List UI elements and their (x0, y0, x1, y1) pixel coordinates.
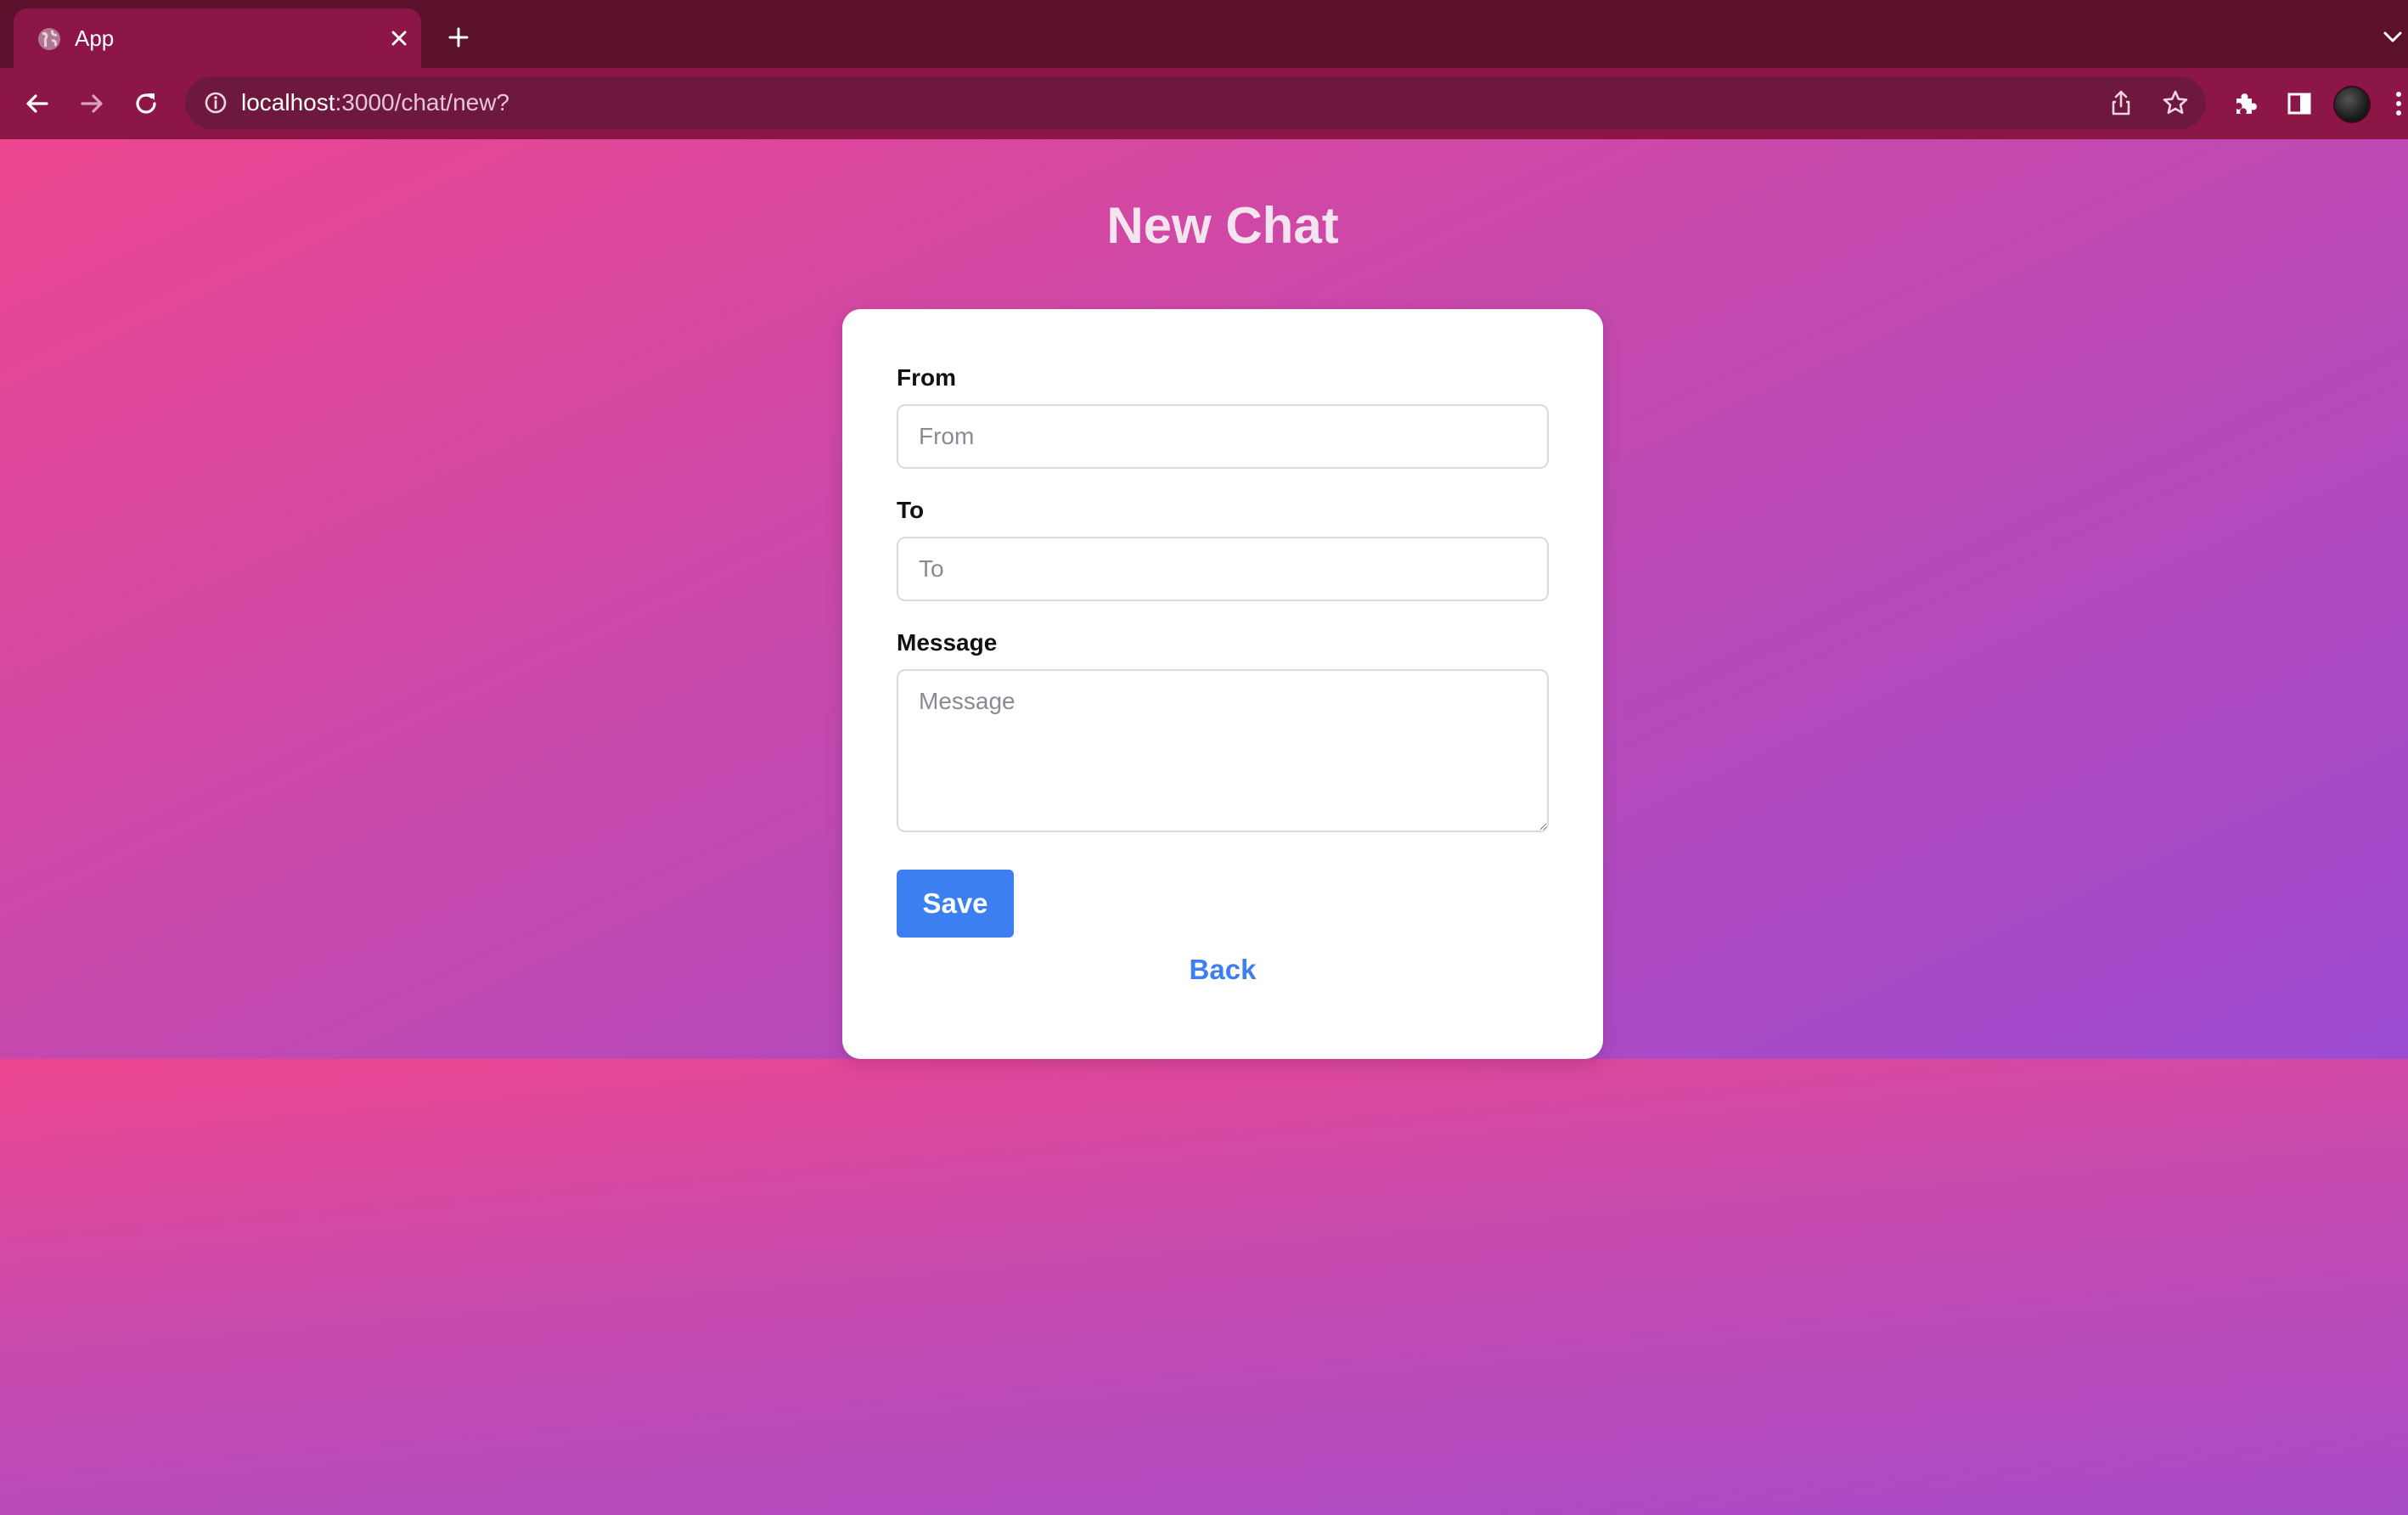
site-info-icon[interactable] (202, 89, 229, 116)
arrow-right-icon (81, 94, 103, 113)
from-label: From (897, 364, 956, 391)
menu-dot (2396, 110, 2401, 115)
back-nav-button[interactable] (17, 83, 58, 124)
chevron-down-icon (2383, 31, 2402, 42)
forward-nav-button[interactable] (71, 83, 112, 124)
bookmark-star-icon[interactable] (2160, 87, 2191, 118)
back-link[interactable]: Back (842, 953, 1603, 987)
globe-icon (36, 25, 63, 53)
page-viewport: New Chat From To Message Save Back (0, 139, 2408, 1515)
new-tab-button[interactable] (442, 20, 475, 54)
save-button[interactable]: Save (897, 870, 1014, 938)
close-tab-icon[interactable] (384, 23, 414, 54)
menu-dot (2396, 92, 2401, 97)
to-label: To (897, 497, 925, 523)
browser-tabstrip: App (0, 0, 2408, 68)
browser-tab-app[interactable]: App (14, 8, 421, 68)
menu-dot (2396, 101, 2401, 106)
url-text: localhost:3000/chat/new? (241, 88, 509, 117)
tab-search-button[interactable] (2377, 22, 2408, 53)
reload-button[interactable] (126, 83, 166, 124)
address-bar[interactable]: localhost:3000/chat/new? (185, 76, 2206, 129)
arrow-left-icon (26, 94, 48, 113)
browser-menu-button[interactable] (2389, 85, 2408, 122)
new-chat-form-card: From To Message Save Back (842, 309, 1603, 1059)
page-title: New Chat (1106, 197, 1339, 254)
message-textarea[interactable] (897, 669, 1549, 832)
side-panel-button[interactable] (2279, 83, 2320, 124)
message-label: Message (897, 629, 998, 656)
extensions-button[interactable] (2225, 83, 2265, 124)
side-panel-icon (2287, 93, 2311, 115)
page-background-lower (0, 1059, 2408, 1515)
plus-icon (448, 27, 469, 48)
tab-title: App (75, 25, 115, 51)
reload-icon (136, 93, 156, 114)
from-input[interactable] (897, 404, 1549, 469)
url-path: :3000/chat/new? (335, 89, 510, 115)
url-host: localhost (241, 89, 335, 115)
share-icon[interactable] (2106, 87, 2136, 118)
browser-toolbar: localhost:3000/chat/new? (0, 68, 2408, 139)
puzzle-icon (2236, 93, 2257, 114)
to-input[interactable] (897, 537, 1549, 601)
profile-avatar[interactable] (2333, 86, 2371, 123)
